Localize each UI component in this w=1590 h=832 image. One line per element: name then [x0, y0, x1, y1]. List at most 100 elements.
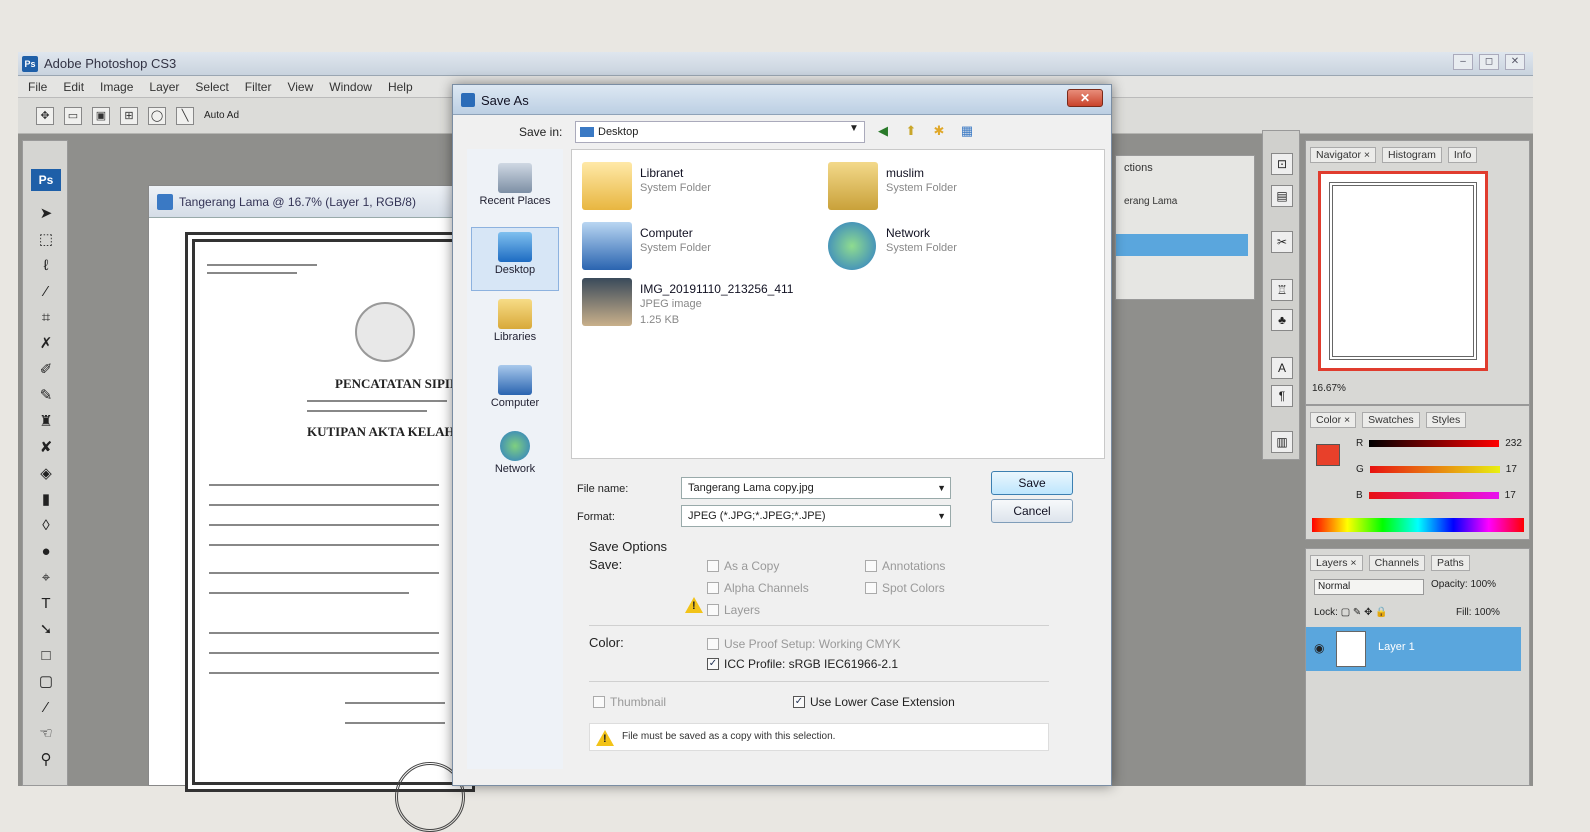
- place-desktop[interactable]: Desktop: [471, 227, 559, 291]
- checkbox-box[interactable]: [865, 560, 877, 572]
- fill-control[interactable]: Fill: 100%: [1456, 607, 1500, 618]
- checkbox-box[interactable]: [707, 604, 719, 616]
- actions-item[interactable]: erang Lama: [1124, 196, 1177, 207]
- color-spectrum-bar[interactable]: [1312, 518, 1524, 532]
- healing-icon[interactable]: ✐: [35, 359, 57, 381]
- navigator-thumbnail[interactable]: [1318, 171, 1488, 371]
- marquee-icon[interactable]: ⬚: [35, 229, 57, 251]
- navigator-dock-icon[interactable]: ⊡: [1271, 153, 1293, 175]
- file-name-input[interactable]: Tangerang Lama copy.jpg ▼: [681, 477, 951, 499]
- magic-wand-icon[interactable]: ⁄: [35, 281, 57, 303]
- checkbox-box[interactable]: ✓: [793, 696, 805, 708]
- save-button[interactable]: Save: [991, 471, 1073, 495]
- eyedropper-icon[interactable]: ⁄: [35, 697, 57, 719]
- menu-select[interactable]: Select: [195, 80, 228, 94]
- spot-colors-checkbox[interactable]: Spot Colors: [865, 581, 945, 595]
- layers-checkbox[interactable]: Layers: [707, 603, 760, 617]
- rectangle-select-icon[interactable]: ▭: [64, 106, 82, 125]
- file-list[interactable]: Libranet System Folder muslim System Fol…: [571, 149, 1105, 459]
- minimize-button[interactable]: –: [1453, 54, 1473, 70]
- intersect-select-icon[interactable]: ▣: [92, 106, 110, 125]
- menu-help[interactable]: Help: [388, 80, 413, 94]
- menu-view[interactable]: View: [287, 80, 313, 94]
- paragraph-dock-icon[interactable]: ¶: [1271, 385, 1293, 407]
- slice-icon[interactable]: ✗: [35, 333, 57, 355]
- back-icon[interactable]: ◀: [873, 121, 893, 141]
- menu-window[interactable]: Window: [329, 80, 372, 94]
- clone-source-dock-icon[interactable]: ♣: [1271, 309, 1293, 331]
- opacity-control[interactable]: Opacity: 100%: [1431, 579, 1496, 590]
- blend-mode-select[interactable]: Normal: [1314, 579, 1424, 595]
- eraser-icon[interactable]: ◈: [35, 463, 57, 485]
- lock-icon[interactable]: ▢ ✎ ✥ 🔒: [1341, 607, 1388, 618]
- checkbox-box[interactable]: [865, 582, 877, 594]
- path-select-icon[interactable]: ➘: [35, 619, 57, 641]
- file-item-libranet[interactable]: Libranet System Folder: [578, 158, 808, 214]
- place-computer[interactable]: Computer: [471, 361, 559, 425]
- hand-icon[interactable]: ☜: [35, 723, 57, 745]
- move-icon[interactable]: ➤: [35, 203, 57, 225]
- align-icon[interactable]: ⊞: [120, 106, 138, 125]
- brush-icon[interactable]: ✎: [35, 385, 57, 407]
- lasso-icon[interactable]: ℓ: [35, 255, 57, 277]
- layer-name[interactable]: Layer 1: [1378, 641, 1415, 653]
- tab-layers[interactable]: Layers ×: [1310, 555, 1363, 571]
- layer-comps-dock-icon[interactable]: ▥: [1271, 431, 1293, 453]
- dialog-titlebar[interactable]: Save As ✕: [453, 85, 1111, 115]
- menu-edit[interactable]: Edit: [63, 80, 84, 94]
- icc-profile-checkbox[interactable]: ✓ ICC Profile: sRGB IEC61966-2.1: [707, 657, 898, 671]
- blue-slider[interactable]: [1368, 492, 1499, 499]
- annotations-checkbox[interactable]: Annotations: [865, 559, 945, 573]
- thumbnail-checkbox[interactable]: Thumbnail: [593, 695, 666, 709]
- tab-color[interactable]: Color ×: [1310, 412, 1357, 428]
- maximize-button[interactable]: ◻: [1479, 54, 1499, 70]
- format-select[interactable]: JPEG (*.JPG;*.JPEG;*.JPE) ▼: [681, 505, 951, 527]
- character-dock-icon[interactable]: A: [1271, 357, 1293, 379]
- document-titlebar[interactable]: Tangerang Lama @ 16.7% (Layer 1, RGB/8): [149, 186, 467, 218]
- chevron-down-icon[interactable]: ▼: [937, 506, 946, 526]
- close-button[interactable]: ✕: [1505, 54, 1525, 70]
- tab-paths[interactable]: Paths: [1430, 555, 1470, 571]
- visibility-eye-icon[interactable]: ◉: [1314, 641, 1324, 655]
- type-icon[interactable]: T: [35, 593, 57, 615]
- as-a-copy-checkbox[interactable]: As a Copy: [707, 559, 779, 573]
- place-recent-places[interactable]: Recent Places: [471, 159, 559, 223]
- chevron-down-icon[interactable]: ▼: [937, 478, 946, 498]
- tab-histogram[interactable]: Histogram: [1382, 147, 1442, 163]
- menu-layer[interactable]: Layer: [149, 80, 179, 94]
- blue-value[interactable]: 17: [1505, 490, 1516, 501]
- gradient-icon[interactable]: ▮: [35, 489, 57, 511]
- green-slider[interactable]: [1369, 466, 1500, 473]
- document-window[interactable]: Tangerang Lama @ 16.7% (Layer 1, RGB/8) …: [148, 185, 475, 832]
- checkbox-box[interactable]: [707, 560, 719, 572]
- red-value[interactable]: 232: [1505, 438, 1522, 449]
- tab-info[interactable]: Info: [1447, 147, 1478, 163]
- place-network[interactable]: Network: [471, 427, 559, 491]
- file-item-computer[interactable]: Computer System Folder: [578, 218, 808, 274]
- tab-channels[interactable]: Channels: [1368, 555, 1425, 571]
- pen-icon[interactable]: ⌖: [35, 567, 57, 589]
- dodge-icon[interactable]: ●: [35, 541, 57, 563]
- actions-selected-row[interactable]: [1116, 234, 1248, 256]
- notes-icon[interactable]: ▢: [35, 671, 57, 693]
- info-dock-icon[interactable]: ▤: [1271, 185, 1293, 207]
- alpha-channels-checkbox[interactable]: Alpha Channels: [707, 581, 809, 595]
- lowercase-extension-checkbox[interactable]: ✓ Use Lower Case Extension: [793, 695, 955, 709]
- menu-file[interactable]: File: [28, 80, 47, 94]
- line-icon[interactable]: ╲: [176, 106, 194, 125]
- stamp-icon[interactable]: ♜: [35, 411, 57, 433]
- checkbox-box[interactable]: ✓: [707, 658, 719, 670]
- tab-navigator[interactable]: Navigator ×: [1310, 147, 1376, 163]
- menu-filter[interactable]: Filter: [245, 80, 272, 94]
- move-tool-icon[interactable]: ✥: [36, 106, 54, 125]
- save-in-select[interactable]: Desktop: [575, 121, 865, 143]
- opacity-value[interactable]: 100%: [1470, 579, 1496, 590]
- view-menu-icon[interactable]: ▦: [957, 121, 977, 141]
- ellipse-icon[interactable]: ◯: [148, 106, 166, 125]
- dialog-close-button[interactable]: ✕: [1067, 89, 1103, 107]
- navigator-zoom-value[interactable]: 16.67%: [1312, 383, 1346, 394]
- history-brush-icon[interactable]: ✘: [35, 437, 57, 459]
- file-item-network[interactable]: Network System Folder: [824, 218, 1054, 274]
- blur-icon[interactable]: ◊: [35, 515, 57, 537]
- place-libraries[interactable]: Libraries: [471, 295, 559, 359]
